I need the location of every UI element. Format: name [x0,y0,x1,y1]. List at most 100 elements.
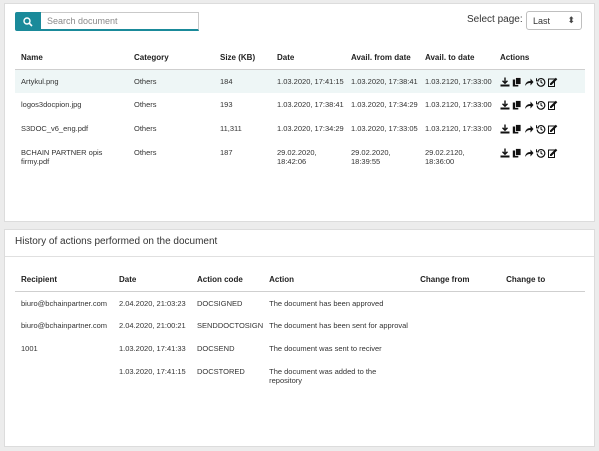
document-date: 1.03.2020, 17:34:29 [277,124,344,133]
copy-icon[interactable] [512,100,522,110]
edit-icon[interactable] [548,100,558,110]
document-category: Others [134,124,157,133]
share-icon[interactable] [524,148,534,158]
document-size: 184 [214,69,271,93]
document-size: 187 [220,148,233,157]
edit-icon[interactable] [548,148,558,158]
history-date: 2.04.2020, 21:03:23 [119,298,186,308]
search-input[interactable] [41,12,199,31]
divider [5,256,594,257]
history-row: 1001 1.03.2020, 17:41:33 DOCSEND The doc… [15,337,585,360]
column-header: Actions [494,47,585,70]
history-action: The document was sent to reciver [269,344,382,353]
row-actions [494,141,585,177]
column-header[interactable]: Avail. to date [419,47,494,70]
history-recipient: biuro@bchainpartner.com [21,298,107,308]
row-actions [494,93,585,117]
history-change-to [500,291,585,314]
history-change-from [414,360,500,388]
column-header[interactable]: Category [128,47,214,70]
history-icon[interactable] [536,124,546,134]
column-header: Change from [414,269,501,292]
history-table: Recipient Date Action code Action Change… [15,269,585,388]
history-action-code: SENDDOCTOSIGN [197,321,264,330]
document-date: 29.02.2020, 18:42:06 [277,148,317,166]
copy-icon[interactable] [512,124,522,134]
search-icon [23,16,33,27]
column-header[interactable]: Avail. from date [345,47,419,70]
row-actions [494,69,585,93]
documents-table: Name Category Size (KB) Date Avail. from… [15,47,585,177]
document-avail-to: 29.02.2120, 18:36:00 [425,148,465,166]
page-select[interactable]: Last ⬍ [526,11,582,30]
history-action: The document has been approved [269,298,384,308]
history-change-from [414,314,500,337]
documents-header-row: Name Category Size (KB) Date Avail. from… [15,47,585,70]
document-avail-to: 1.03.2120, 17:33:00 [419,69,494,93]
document-category: Others [128,69,214,93]
column-header: Recipient [15,269,113,292]
column-header[interactable]: Name [15,47,128,70]
table-row[interactable]: Artykul.png Others 184 1.03.2020, 17:41:… [15,69,585,93]
download-icon[interactable] [500,148,510,158]
table-row[interactable]: logos3docpion.jpg Others 193 1.03.2020, … [15,93,585,117]
history-icon[interactable] [536,148,546,158]
history-header-row: Recipient Date Action code Action Change… [15,269,585,292]
history-row: 1.03.2020, 17:41:15 DOCSTORED The docume… [15,360,585,388]
history-change-to [500,337,585,360]
history-recipient [15,360,113,388]
copy-icon[interactable] [512,76,522,87]
chevron-updown-icon: ⬍ [567,15,575,25]
table-row[interactable]: BCHAIN PARTNER opis firmy.pdf Others 187… [15,141,585,177]
document-avail-to: 1.03.2120, 17:33:00 [425,124,492,133]
page-select-value: Last [533,16,551,26]
history-date: 1.03.2020, 17:41:33 [119,344,186,353]
column-header: Date [113,269,191,292]
column-header: Action code [191,269,264,292]
document-avail-from: 1.03.2020, 17:33:05 [351,124,418,133]
search-button[interactable] [15,12,41,31]
document-name-link[interactable]: BCHAIN PARTNER opis firmy.pdf [15,141,128,177]
document-avail-from: 1.03.2020, 17:38:41 [345,69,419,93]
edit-icon[interactable] [548,77,558,87]
share-icon[interactable] [524,124,534,134]
select-page-label: Select page: [467,14,523,25]
document-category: Others [134,148,157,157]
copy-icon[interactable] [512,148,522,158]
history-row: biuro@bchainpartner.com 2.04.2020, 21:00… [15,314,585,337]
share-icon[interactable] [524,100,534,110]
history-action-code: DOCSEND [197,344,235,353]
document-avail-to: 1.03.2120, 17:33:00 [425,100,492,109]
download-icon[interactable] [500,100,510,110]
document-name-link[interactable]: Artykul.png [15,69,128,93]
history-action: The document was added to the repository [269,367,377,385]
document-name-link[interactable]: logos3docpion.jpg [15,93,128,117]
document-avail-from: 29.02.2020, 18:39:55 [351,148,391,166]
history-action-code: DOCSTORED [197,367,245,376]
document-avail-from: 1.03.2020, 17:34:29 [351,100,418,109]
history-row: biuro@bchainpartner.com 2.04.2020, 21:03… [15,291,585,314]
edit-icon[interactable] [548,124,558,134]
column-header: Action [263,269,415,292]
search-bar [15,12,199,31]
document-name-link[interactable]: S3DOC_v6_eng.pdf [15,117,128,141]
download-icon[interactable] [500,77,510,87]
documents-panel: Select page: Last ⬍ Name Category Size (… [4,3,595,222]
column-header[interactable]: Date [271,47,345,70]
row-actions [494,117,585,141]
history-title: History of actions performed on the docu… [15,236,218,247]
history-recipient: 1001 [21,344,38,353]
history-change-to [500,360,585,388]
column-header: Change to [500,269,585,292]
table-row[interactable]: S3DOC_v6_eng.pdf Others 11,311 1.03.2020… [15,117,585,141]
history-panel: History of actions performed on the docu… [4,229,595,447]
column-header[interactable]: Size (KB) [214,47,271,70]
document-size: 11,311 [220,124,242,133]
history-icon[interactable] [536,77,546,87]
download-icon[interactable] [500,124,510,134]
history-change-from [414,291,500,314]
history-icon[interactable] [536,100,546,110]
history-recipient: biuro@bchainpartner.com [21,321,107,330]
document-size: 193 [220,100,233,109]
share-icon[interactable] [524,77,534,87]
